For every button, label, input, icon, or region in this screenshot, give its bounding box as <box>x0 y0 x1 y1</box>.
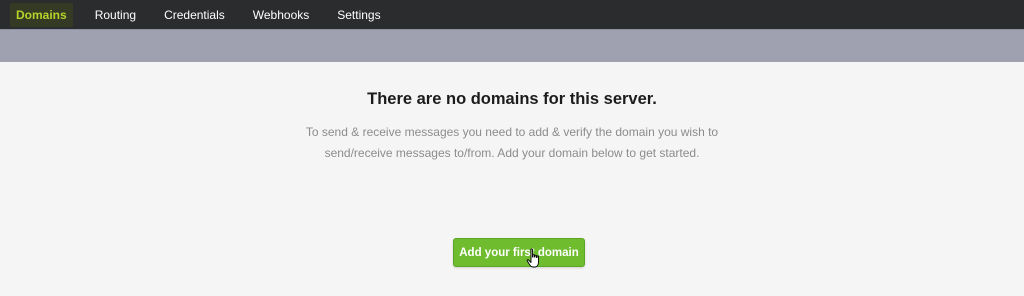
empty-state-description: To send & receive messages you need to a… <box>0 122 1024 164</box>
top-navigation: Domains Routing Credentials Webhooks Set… <box>0 0 1024 29</box>
sub-header-bar <box>0 29 1024 62</box>
nav-tab-settings[interactable]: Settings <box>331 3 386 27</box>
hand-pointer-icon <box>526 248 539 268</box>
add-first-domain-button[interactable]: Add your first domain <box>453 238 585 267</box>
nav-tab-routing[interactable]: Routing <box>89 3 142 27</box>
empty-state-title: There are no domains for this server. <box>367 90 657 108</box>
nav-tab-domains[interactable]: Domains <box>10 2 73 27</box>
empty-state-description-line-2: send/receive messages to/from. Add your … <box>324 146 700 160</box>
nav-tab-credentials[interactable]: Credentials <box>158 3 231 27</box>
nav-tab-webhooks[interactable]: Webhooks <box>247 3 315 27</box>
empty-state-description-line-1: To send & receive messages you need to a… <box>305 125 719 139</box>
